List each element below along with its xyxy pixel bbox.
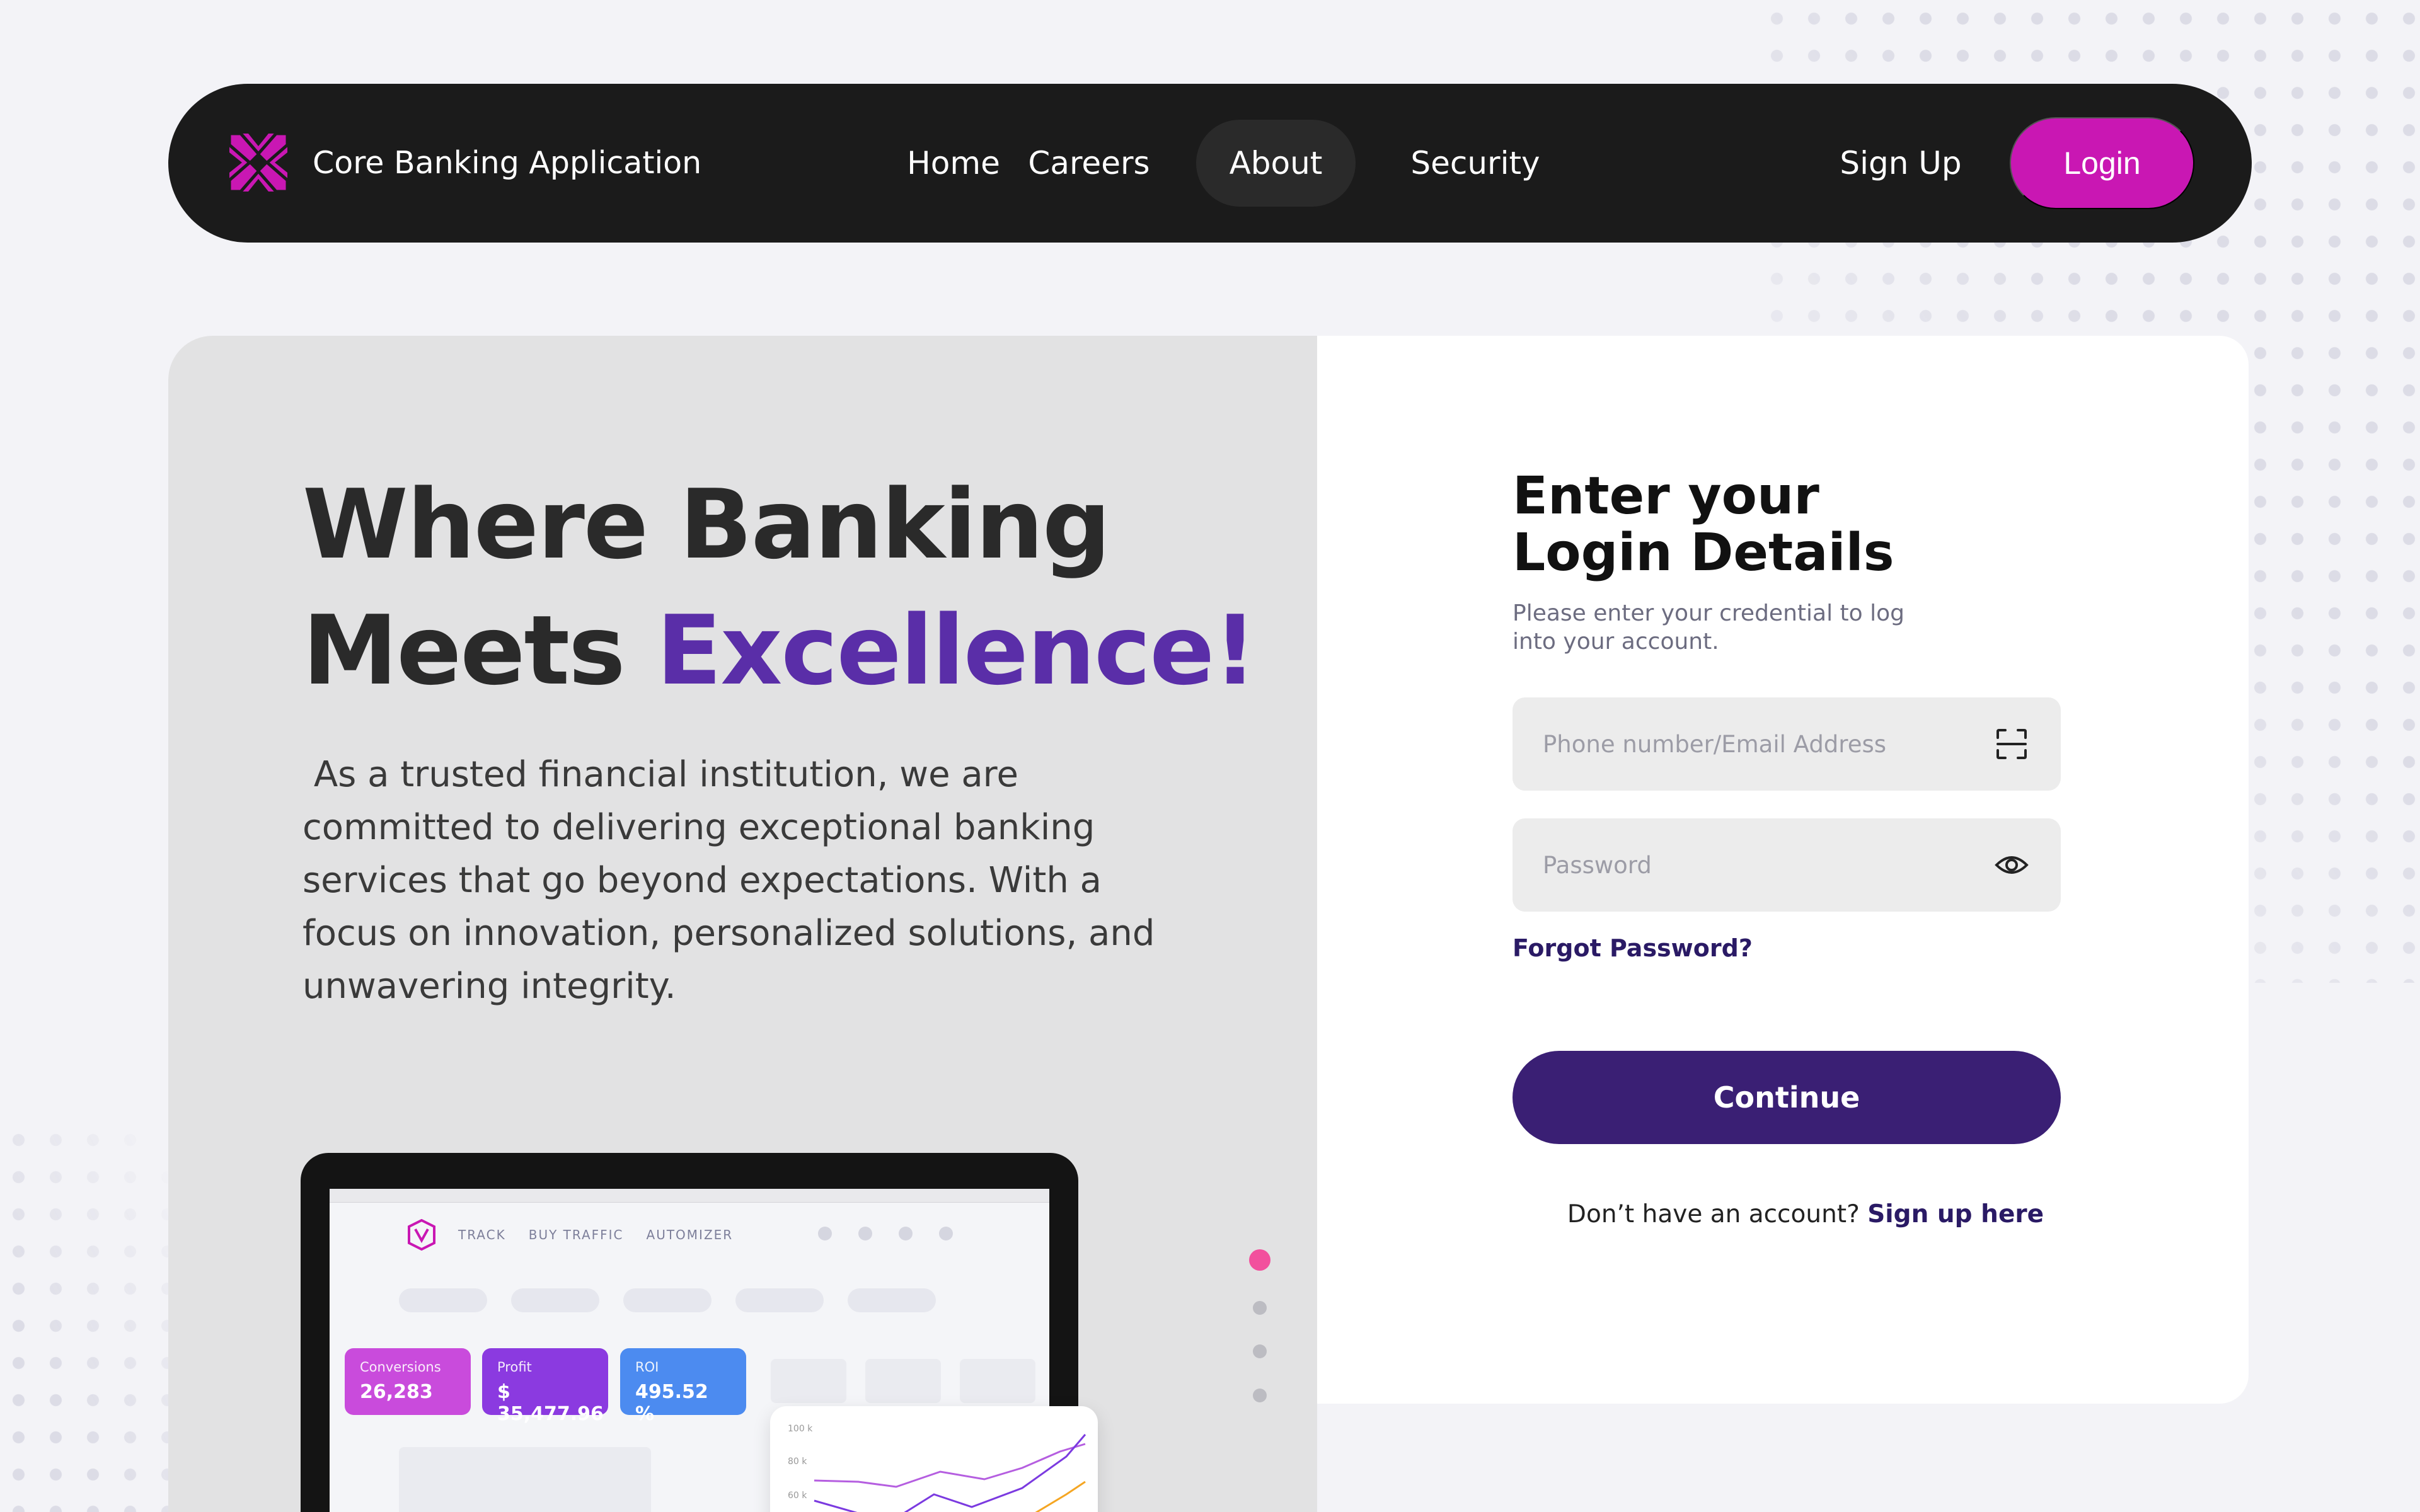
chart-series-purple xyxy=(814,1443,1086,1488)
brand-logo-icon xyxy=(229,134,287,192)
dashboard-nav-track: TRACK xyxy=(458,1227,506,1242)
stat-card-roi: ROI 495.52 % xyxy=(620,1348,746,1425)
hero-card: Where Banking Meets Excellence! As a tru… xyxy=(168,336,1317,1512)
pager-dot[interactable] xyxy=(1253,1301,1267,1315)
top-navbar: Core Banking Application Home Careers Ab… xyxy=(168,84,2252,243)
decorative-dot-grid-bottom xyxy=(0,1121,189,1512)
dashboard-toolbar-icons xyxy=(818,1227,953,1240)
stat-card-conversions: Conversions 26,283 xyxy=(345,1348,471,1415)
filter-pill xyxy=(511,1288,599,1312)
nav-home[interactable]: Home xyxy=(890,120,1017,207)
chart-series-orange xyxy=(1035,1480,1086,1512)
help-icon xyxy=(899,1227,913,1240)
hero-headline: Where Banking Meets Excellence! xyxy=(302,462,1257,714)
filter-pill xyxy=(399,1288,487,1312)
stat-card-profit: Profit $ 35,477.96 xyxy=(482,1348,608,1425)
email-input[interactable] xyxy=(1543,730,1993,758)
gear-icon xyxy=(939,1227,953,1240)
mini-chart-card: 100 k 80 k 60 k xyxy=(770,1406,1098,1512)
nav-sign-up[interactable]: Sign Up xyxy=(1819,120,1983,207)
brand[interactable]: Core Banking Application xyxy=(229,134,701,192)
filter-pill xyxy=(623,1288,712,1312)
dashboard-filter-pills xyxy=(399,1288,936,1312)
password-input[interactable] xyxy=(1543,851,1993,879)
forgot-password-link[interactable]: Forgot Password? xyxy=(1512,934,1753,962)
stat-label: ROI xyxy=(635,1360,659,1375)
login-panel: Enter your Login Details Please enter yo… xyxy=(1317,336,2249,1404)
dashboard-nav: TRACK BUY TRAFFIC AUTOMIZER xyxy=(408,1219,733,1251)
password-field-container[interactable] xyxy=(1512,818,2061,912)
headline-line-2-prefix: Meets xyxy=(302,595,657,706)
continue-button[interactable]: Continue xyxy=(1512,1051,2061,1144)
browser-bar xyxy=(330,1189,1049,1203)
mini-line-chart xyxy=(814,1434,1086,1512)
nav-security[interactable]: Security xyxy=(1381,120,1570,207)
stat-label: Conversions xyxy=(360,1360,441,1375)
dashboard-logo-icon xyxy=(408,1219,435,1251)
nav-login-button[interactable]: Login xyxy=(2010,117,2194,209)
placeholder-card xyxy=(960,1359,1035,1403)
login-subtitle: Please enter your credential to log into… xyxy=(1512,600,1904,655)
nav-about[interactable]: About xyxy=(1196,120,1356,207)
bell-icon xyxy=(818,1227,832,1240)
email-field-container[interactable] xyxy=(1512,697,2061,791)
headline-accent: Excellence! xyxy=(656,595,1257,706)
filter-pill xyxy=(735,1288,824,1312)
placeholder-card xyxy=(771,1359,846,1403)
eye-icon[interactable] xyxy=(1993,846,2031,884)
stat-label: Profit xyxy=(497,1360,532,1375)
dashboard-nav-buy-traffic: BUY TRAFFIC xyxy=(528,1227,624,1242)
pager-dot-active[interactable] xyxy=(1249,1249,1270,1271)
dashboard-nav-automizer: AUTOMIZER xyxy=(646,1227,734,1242)
scan-icon[interactable] xyxy=(1993,725,2031,763)
pager-dot[interactable] xyxy=(1253,1389,1267,1402)
login-title-line-1: Enter your xyxy=(1512,466,1819,526)
login-title: Enter your Login Details xyxy=(1512,468,2017,581)
stat-value: 26,283 xyxy=(360,1381,433,1403)
signup-prompt-text: Don’t have an account? xyxy=(1567,1200,1860,1228)
sign-up-here-link[interactable]: Sign up here xyxy=(1867,1200,2044,1228)
stat-value: 495.52 % xyxy=(635,1381,708,1425)
signup-prompt: Don’t have an account? Sign up here xyxy=(1512,1200,2099,1228)
brand-name: Core Banking Application xyxy=(313,144,702,181)
location-icon xyxy=(858,1227,872,1240)
login-title-line-2: Login Details xyxy=(1512,523,1894,583)
headline-line-1: Where Banking xyxy=(302,469,1111,580)
placeholder-panel xyxy=(399,1447,651,1512)
placeholder-card xyxy=(865,1359,941,1403)
pager-dot[interactable] xyxy=(1253,1344,1267,1358)
nav-careers[interactable]: Careers xyxy=(1023,120,1155,207)
stat-value: $ 35,477.96 xyxy=(497,1381,604,1425)
hero-description: As a trusted financial institution, we a… xyxy=(302,754,1167,1007)
filter-pill xyxy=(848,1288,936,1312)
